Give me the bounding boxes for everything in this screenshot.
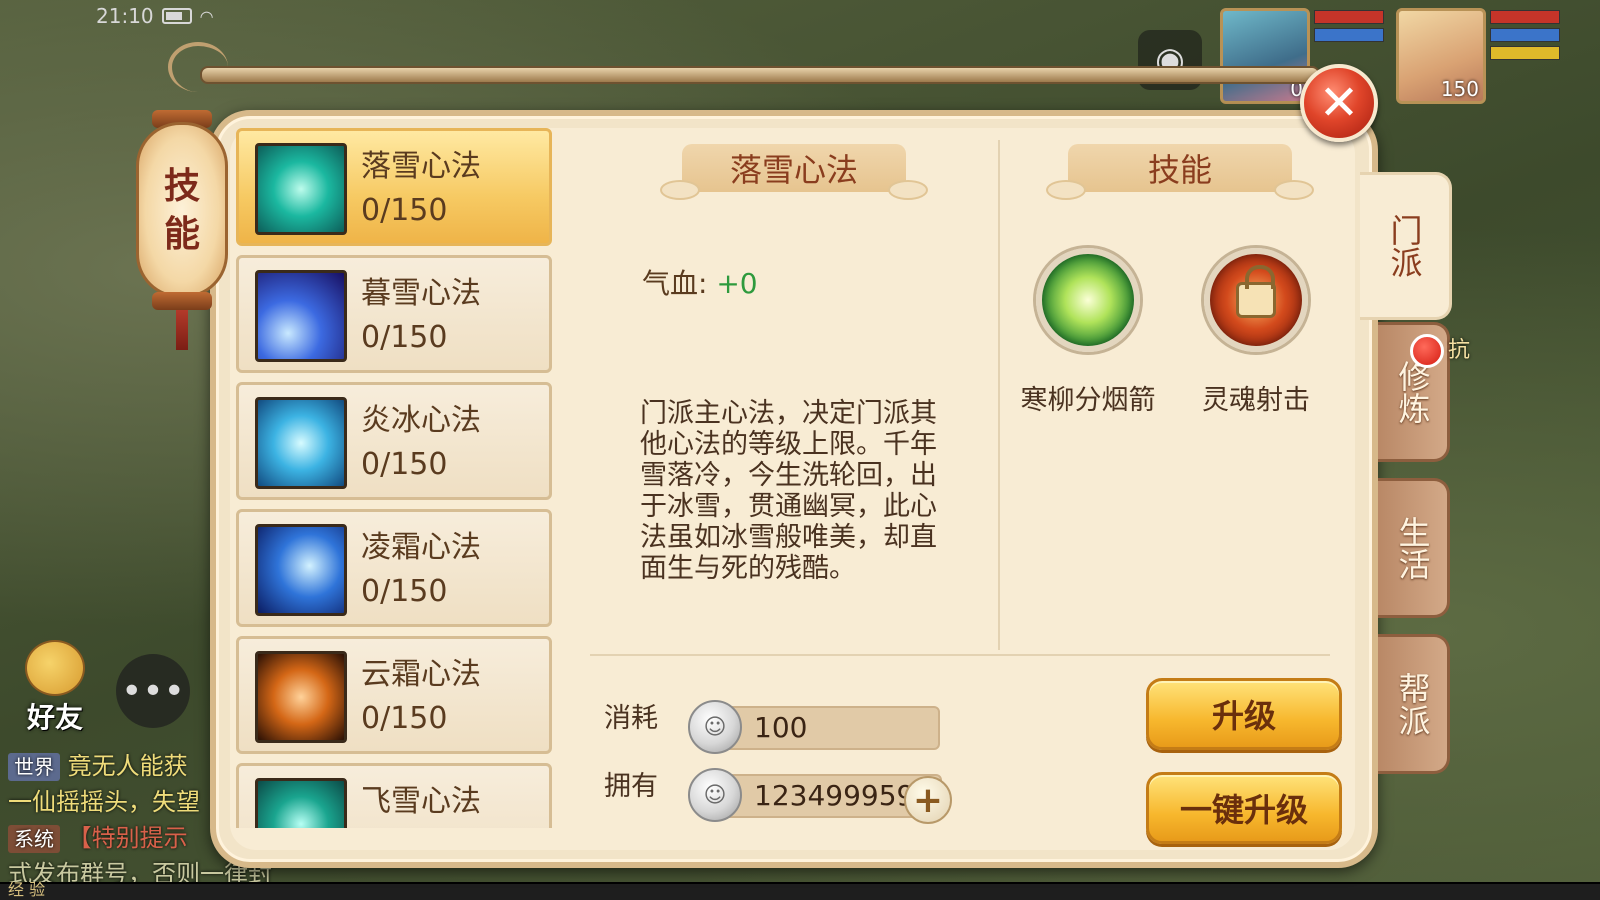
friends-button[interactable]: 好友: [10, 640, 100, 736]
silver-coin-icon: ☺: [688, 768, 742, 822]
skill-name: 落雪心法: [361, 149, 481, 184]
skill-level: 0/150: [361, 701, 448, 736]
tab-guild-label: 帮派: [1393, 672, 1432, 736]
skills-section-title-text: 技能: [1147, 151, 1212, 189]
own-amount: 123499959: [754, 779, 915, 812]
mental-skill-list[interactable]: 落雪心法 0/150 暮雪心法 0/150 炎冰心法 0/150 凌霜心法 0/…: [236, 128, 554, 828]
dialog-scroll-ornament: [168, 42, 228, 92]
frost-skill-icon: [255, 524, 347, 616]
own-label: 拥有: [604, 771, 658, 802]
add-silver-button[interactable]: +: [904, 776, 952, 824]
tab-life[interactable]: 生活: [1378, 478, 1450, 618]
tab-life-label: 生活: [1393, 516, 1432, 580]
experience-label: 经 验: [8, 880, 46, 899]
resist-indicator: 抗: [1448, 338, 1471, 363]
skills-section-title: 技能: [1046, 144, 1314, 200]
skill-level: 0/150: [361, 320, 448, 355]
upgrade-button-label: 升级: [1211, 697, 1276, 735]
chat-message: 竟无人能获: [67, 752, 188, 780]
skill-orb-label: 寒柳分烟箭: [1020, 385, 1156, 416]
close-icon: ✕: [1318, 75, 1360, 131]
lantern-bottom-cap: [152, 292, 212, 310]
panel-divider: [998, 140, 1000, 650]
upgrade-all-button[interactable]: 一键升级: [1146, 772, 1342, 844]
skill-detail-title: 落雪心法: [660, 144, 928, 200]
lantern-tassel: [176, 310, 188, 350]
panel-title-char: 技: [163, 165, 200, 207]
list-item-skill[interactable]: 飞雪心法: [236, 763, 552, 828]
skill-level: 0/150: [361, 447, 448, 482]
silver-coin-icon: ☺: [688, 700, 742, 754]
skill-name: 飞雪心法: [361, 784, 481, 819]
list-item-skill[interactable]: 凌霜心法 0/150: [236, 509, 552, 627]
list-item-skill[interactable]: 云霜心法 0/150: [236, 636, 552, 754]
pet-portrait[interactable]: 0: [1220, 8, 1310, 104]
snowfall-skill-icon: [255, 143, 347, 235]
tab-guild[interactable]: 帮派: [1378, 634, 1450, 774]
cloud-frost-skill-icon: [255, 651, 347, 743]
player-level: 150: [1440, 77, 1479, 101]
friend-smiley-icon: [25, 640, 85, 696]
panel-divider: [590, 654, 1330, 656]
player-mp-bar: [1490, 28, 1560, 42]
dusk-snow-skill-icon: [255, 270, 347, 362]
list-item-skill[interactable]: 落雪心法 0/150: [236, 128, 552, 246]
dialog-top-rod: [200, 66, 1320, 84]
pet-hp-bar: [1314, 10, 1384, 24]
device-status-bar: 21:10 ◠: [96, 4, 214, 28]
panel-title-char: 能: [163, 213, 200, 255]
lantern-body: 技 能: [136, 122, 228, 298]
upgrade-button[interactable]: 升级: [1146, 678, 1342, 750]
player-hp-bar: [1490, 10, 1560, 24]
skill-name: 凌霜心法: [361, 530, 481, 565]
chat-channel-tag: 世界: [8, 753, 60, 781]
chat-channel-tag: 系统: [8, 825, 60, 853]
consume-amount: 100: [754, 711, 808, 744]
flame-ice-skill-icon: [255, 397, 347, 489]
skill-level: 0/150: [361, 574, 448, 609]
list-item-skill[interactable]: 暮雪心法 0/150: [236, 255, 552, 373]
pet-mp-bar: [1314, 28, 1384, 42]
player-portrait[interactable]: 150: [1396, 8, 1486, 104]
stat-value: +0: [716, 267, 758, 300]
chat-message: 【特别提示: [67, 824, 188, 852]
stat-label: 气血:: [642, 267, 708, 300]
skill-description: 门派主心法，决定门派其他心法的等级上限。千年雪落冷，今生洗轮回，出于冰雪，贯通幽…: [640, 398, 937, 584]
notification-dot-icon: [1410, 334, 1444, 368]
chat-bubble-icon[interactable]: •••: [116, 654, 190, 728]
battery-icon: [161, 8, 192, 24]
lock-icon: [1236, 265, 1276, 318]
skill-name: 暮雪心法: [361, 276, 481, 311]
close-button[interactable]: ✕: [1300, 64, 1378, 142]
cold-willow-arrow-skill-icon[interactable]: [1036, 248, 1140, 352]
pet-status-bars: [1314, 10, 1384, 46]
tab-sect[interactable]: 门派: [1360, 172, 1452, 320]
wifi-icon: ◠: [199, 6, 214, 26]
panel-title-lantern: 技 能: [136, 98, 228, 350]
flying-snow-skill-icon: [255, 778, 347, 828]
stat-line: 气血: +0: [642, 262, 758, 302]
skill-orb-label: 灵魂射击: [1202, 385, 1310, 416]
clock: 21:10: [96, 4, 154, 28]
consume-amount-field: 100: [712, 706, 940, 750]
upgrade-all-button-label: 一键升级: [1179, 791, 1308, 829]
player-status-bars: [1490, 10, 1560, 64]
list-item-skill[interactable]: 炎冰心法 0/150: [236, 382, 552, 500]
experience-bar: 经 验: [0, 880, 1600, 900]
chat-message: 一仙摇摇头，失望: [8, 788, 200, 816]
skill-detail-title-text: 落雪心法: [729, 151, 858, 189]
friends-label: 好友: [26, 701, 83, 734]
tab-cultivation-label: 修炼: [1393, 360, 1432, 424]
skill-name: 云霜心法: [361, 657, 481, 692]
consume-label: 消耗: [604, 703, 658, 734]
skill-level: 0/150: [361, 193, 448, 228]
plus-icon: +: [912, 779, 944, 821]
player-anger-bar: [1490, 46, 1560, 60]
skill-name: 炎冰心法: [361, 403, 481, 438]
tab-sect-label: 门派: [1385, 214, 1424, 278]
